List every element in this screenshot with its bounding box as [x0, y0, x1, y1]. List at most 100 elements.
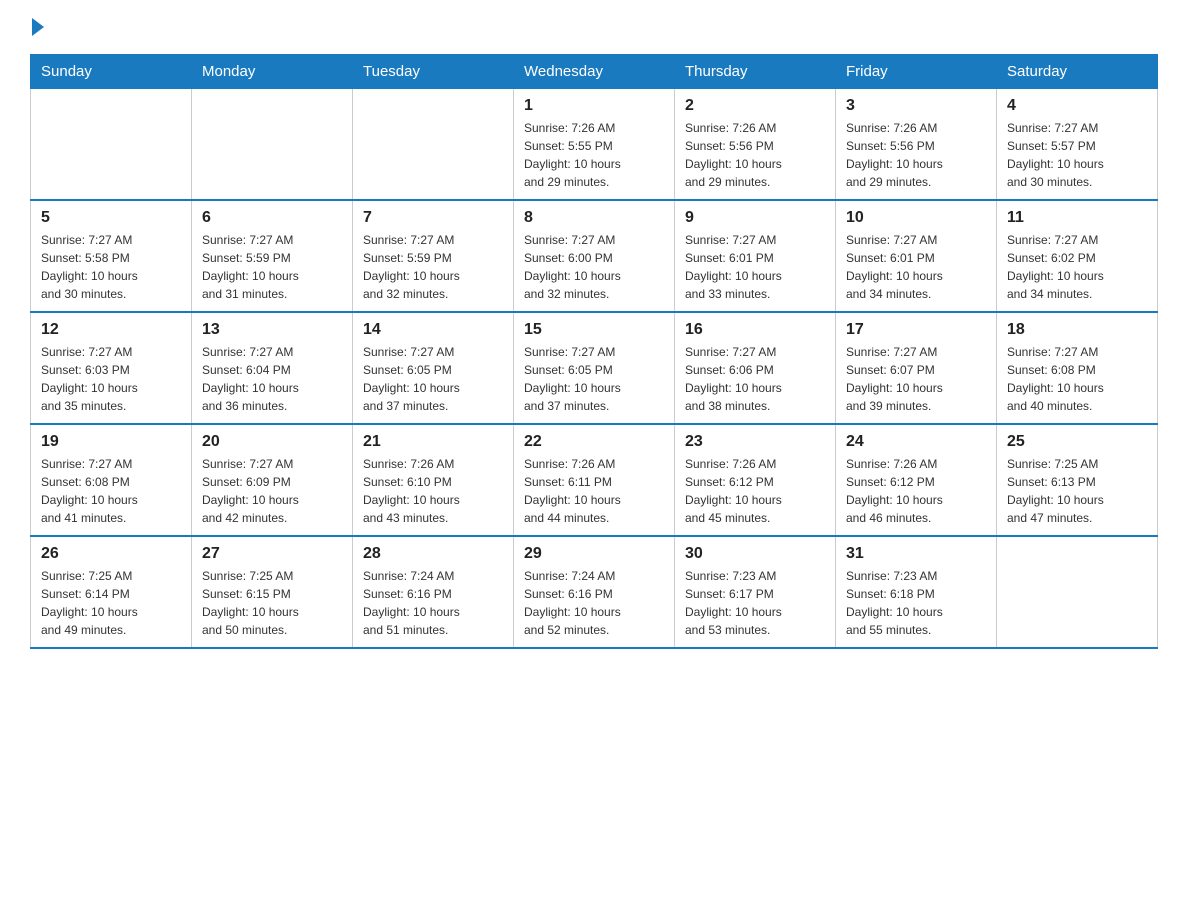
- day-info: Sunrise: 7:26 AM Sunset: 6:11 PM Dayligh…: [524, 455, 664, 527]
- day-info: Sunrise: 7:27 AM Sunset: 6:05 PM Dayligh…: [363, 343, 503, 415]
- calendar-cell: 19 Sunrise: 7:27 AM Sunset: 6:08 PM Dayli…: [31, 424, 192, 536]
- day-number: 3: [846, 97, 986, 115]
- day-number: 30: [685, 545, 825, 563]
- day-number: 16: [685, 321, 825, 339]
- header-sunday: Sunday: [31, 55, 192, 89]
- day-number: 1: [524, 97, 664, 115]
- day-info: Sunrise: 7:27 AM Sunset: 6:02 PM Dayligh…: [1007, 231, 1147, 303]
- calendar-cell: 12Sunrise: 7:27 AM Sunset: 6:03 PM Dayli…: [31, 312, 192, 424]
- calendar-cell: 17 Sunrise: 7:27 AM Sunset: 6:07 PM Dayli…: [836, 312, 997, 424]
- week-row-5: 26 Sunrise: 7:25 AM Sunset: 6:14 PM Dayli…: [31, 536, 1158, 648]
- calendar-header: SundayMondayTuesdayWednesdayThursdayFrid…: [31, 55, 1158, 89]
- week-row-4: 19 Sunrise: 7:27 AM Sunset: 6:08 PM Dayli…: [31, 424, 1158, 536]
- days-of-week-row: SundayMondayTuesdayWednesdayThursdayFrid…: [31, 55, 1158, 89]
- calendar-cell: [353, 89, 514, 201]
- calendar-cell: 28 Sunrise: 7:24 AM Sunset: 6:16 PM Dayli…: [353, 536, 514, 648]
- day-info: Sunrise: 7:27 AM Sunset: 5:59 PM Dayligh…: [202, 231, 342, 303]
- calendar-cell: 15 Sunrise: 7:27 AM Sunset: 6:05 PM Dayli…: [514, 312, 675, 424]
- day-number: 17: [846, 321, 986, 339]
- header-saturday: Saturday: [997, 55, 1158, 89]
- day-number: 18: [1007, 321, 1147, 339]
- day-number: 25: [1007, 433, 1147, 451]
- logo: [30, 20, 44, 34]
- day-info: Sunrise: 7:26 AM Sunset: 5:55 PM Dayligh…: [524, 119, 664, 191]
- day-info: Sunrise: 7:25 AM Sunset: 6:13 PM Dayligh…: [1007, 455, 1147, 527]
- calendar-cell: 18 Sunrise: 7:27 AM Sunset: 6:08 PM Dayli…: [997, 312, 1158, 424]
- day-info: Sunrise: 7:23 AM Sunset: 6:18 PM Dayligh…: [846, 567, 986, 639]
- day-info: Sunrise: 7:25 AM Sunset: 6:15 PM Dayligh…: [202, 567, 342, 639]
- header-tuesday: Tuesday: [353, 55, 514, 89]
- day-info: Sunrise: 7:27 AM Sunset: 6:01 PM Dayligh…: [685, 231, 825, 303]
- calendar-cell: 23 Sunrise: 7:26 AM Sunset: 6:12 PM Dayli…: [675, 424, 836, 536]
- day-number: 5: [41, 209, 181, 227]
- calendar-cell: [997, 536, 1158, 648]
- day-info: Sunrise: 7:25 AM Sunset: 6:14 PM Dayligh…: [41, 567, 181, 639]
- week-row-3: 12Sunrise: 7:27 AM Sunset: 6:03 PM Dayli…: [31, 312, 1158, 424]
- day-info: Sunrise: 7:27 AM Sunset: 6:00 PM Dayligh…: [524, 231, 664, 303]
- day-number: 23: [685, 433, 825, 451]
- day-number: 11: [1007, 209, 1147, 227]
- day-number: 24: [846, 433, 986, 451]
- calendar-cell: 9 Sunrise: 7:27 AM Sunset: 6:01 PM Daylig…: [675, 200, 836, 312]
- day-number: 19: [41, 433, 181, 451]
- day-number: 10: [846, 209, 986, 227]
- calendar-cell: 20Sunrise: 7:27 AM Sunset: 6:09 PM Dayli…: [192, 424, 353, 536]
- day-info: Sunrise: 7:26 AM Sunset: 6:12 PM Dayligh…: [685, 455, 825, 527]
- calendar-cell: 16 Sunrise: 7:27 AM Sunset: 6:06 PM Dayli…: [675, 312, 836, 424]
- day-number: 9: [685, 209, 825, 227]
- calendar-cell: 31 Sunrise: 7:23 AM Sunset: 6:18 PM Dayli…: [836, 536, 997, 648]
- calendar-cell: 1 Sunrise: 7:26 AM Sunset: 5:55 PM Daylig…: [514, 89, 675, 201]
- day-number: 7: [363, 209, 503, 227]
- calendar-cell: [192, 89, 353, 201]
- week-row-2: 5 Sunrise: 7:27 AM Sunset: 5:58 PM Daylig…: [31, 200, 1158, 312]
- day-info: Sunrise: 7:24 AM Sunset: 6:16 PM Dayligh…: [524, 567, 664, 639]
- calendar-cell: 25 Sunrise: 7:25 AM Sunset: 6:13 PM Dayli…: [997, 424, 1158, 536]
- day-info: Sunrise: 7:27 AM Sunset: 5:58 PM Dayligh…: [41, 231, 181, 303]
- header-friday: Friday: [836, 55, 997, 89]
- calendar-cell: 7 Sunrise: 7:27 AM Sunset: 5:59 PM Daylig…: [353, 200, 514, 312]
- day-number: 21: [363, 433, 503, 451]
- calendar-cell: 27 Sunrise: 7:25 AM Sunset: 6:15 PM Dayli…: [192, 536, 353, 648]
- day-info: Sunrise: 7:27 AM Sunset: 6:05 PM Dayligh…: [524, 343, 664, 415]
- calendar-cell: 2Sunrise: 7:26 AM Sunset: 5:56 PM Daylig…: [675, 89, 836, 201]
- day-number: 8: [524, 209, 664, 227]
- header-wednesday: Wednesday: [514, 55, 675, 89]
- day-number: 4: [1007, 97, 1147, 115]
- day-info: Sunrise: 7:26 AM Sunset: 5:56 PM Dayligh…: [846, 119, 986, 191]
- day-number: 20: [202, 433, 342, 451]
- day-info: Sunrise: 7:23 AM Sunset: 6:17 PM Dayligh…: [685, 567, 825, 639]
- calendar-cell: [31, 89, 192, 201]
- day-number: 27: [202, 545, 342, 563]
- day-info: Sunrise: 7:24 AM Sunset: 6:16 PM Dayligh…: [363, 567, 503, 639]
- day-number: 14: [363, 321, 503, 339]
- day-info: Sunrise: 7:27 AM Sunset: 6:08 PM Dayligh…: [41, 455, 181, 527]
- day-number: 13: [202, 321, 342, 339]
- calendar-cell: 3 Sunrise: 7:26 AM Sunset: 5:56 PM Daylig…: [836, 89, 997, 201]
- day-number: 15: [524, 321, 664, 339]
- calendar-cell: 14 Sunrise: 7:27 AM Sunset: 6:05 PM Dayli…: [353, 312, 514, 424]
- calendar-cell: 11 Sunrise: 7:27 AM Sunset: 6:02 PM Dayli…: [997, 200, 1158, 312]
- day-info: Sunrise: 7:26 AM Sunset: 6:12 PM Dayligh…: [846, 455, 986, 527]
- day-info: Sunrise: 7:27 AM Sunset: 6:07 PM Dayligh…: [846, 343, 986, 415]
- logo-arrow-icon: [32, 18, 44, 36]
- calendar-body: 1 Sunrise: 7:26 AM Sunset: 5:55 PM Daylig…: [31, 89, 1158, 649]
- day-info: Sunrise: 7:27 AM Sunset: 6:08 PM Dayligh…: [1007, 343, 1147, 415]
- calendar-cell: 26 Sunrise: 7:25 AM Sunset: 6:14 PM Dayli…: [31, 536, 192, 648]
- calendar-cell: 4Sunrise: 7:27 AM Sunset: 5:57 PM Daylig…: [997, 89, 1158, 201]
- calendar-cell: 29 Sunrise: 7:24 AM Sunset: 6:16 PM Dayli…: [514, 536, 675, 648]
- calendar-table: SundayMondayTuesdayWednesdayThursdayFrid…: [30, 54, 1158, 649]
- day-number: 26: [41, 545, 181, 563]
- day-info: Sunrise: 7:27 AM Sunset: 6:01 PM Dayligh…: [846, 231, 986, 303]
- day-number: 6: [202, 209, 342, 227]
- day-number: 31: [846, 545, 986, 563]
- day-number: 22: [524, 433, 664, 451]
- day-info: Sunrise: 7:27 AM Sunset: 5:59 PM Dayligh…: [363, 231, 503, 303]
- week-row-1: 1 Sunrise: 7:26 AM Sunset: 5:55 PM Daylig…: [31, 89, 1158, 201]
- page-header: [30, 20, 1158, 34]
- calendar-cell: 5 Sunrise: 7:27 AM Sunset: 5:58 PM Daylig…: [31, 200, 192, 312]
- day-info: Sunrise: 7:27 AM Sunset: 6:06 PM Dayligh…: [685, 343, 825, 415]
- calendar-cell: 10 Sunrise: 7:27 AM Sunset: 6:01 PM Dayli…: [836, 200, 997, 312]
- day-number: 29: [524, 545, 664, 563]
- day-number: 28: [363, 545, 503, 563]
- calendar-cell: 24 Sunrise: 7:26 AM Sunset: 6:12 PM Dayli…: [836, 424, 997, 536]
